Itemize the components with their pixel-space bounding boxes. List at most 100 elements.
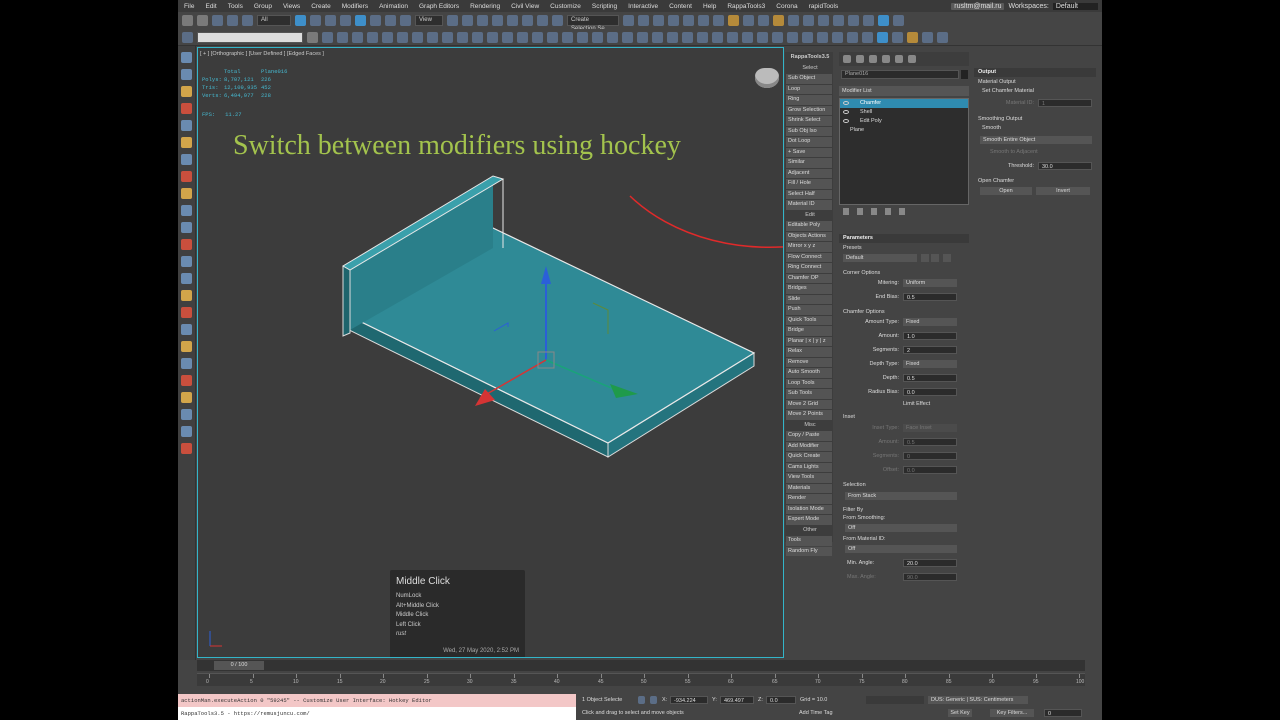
tool-icon[interactable] [181, 188, 192, 199]
eye-icon[interactable] [843, 119, 849, 123]
redo-icon[interactable] [197, 15, 208, 26]
max-angle-checkbox[interactable]: Max. Angle: [847, 574, 876, 580]
menu-content[interactable]: Content [669, 3, 692, 10]
make-unique-icon[interactable] [871, 208, 877, 215]
spinner-snap-icon[interactable] [537, 15, 548, 26]
rappa-button-ring-connect[interactable]: Ring Connect [786, 263, 832, 273]
render-online-icon[interactable] [788, 15, 799, 26]
amount-spinner[interactable]: 1.0 [903, 332, 957, 340]
rappa-button-isolation-mode[interactable]: Isolation Mode [786, 504, 832, 514]
select-by-name-icon[interactable] [310, 15, 321, 26]
unlink-icon[interactable] [227, 15, 238, 26]
min-angle-spinner[interactable]: 20.0 [903, 559, 957, 567]
rappa-button-expert-mode[interactable]: Expert Mode [786, 515, 832, 525]
tool-ae-icon[interactable] [757, 31, 768, 43]
tool-icon[interactable] [181, 256, 192, 267]
display-tab-icon[interactable] [895, 55, 903, 63]
maxscript-input[interactable]: RappaTools3.5 - https://remusjuncu.com/ [178, 707, 576, 720]
tool-aa-icon[interactable] [697, 31, 708, 43]
tool-aq-icon[interactable] [937, 31, 948, 43]
menu-modifiers[interactable]: Modifiers [342, 3, 368, 10]
min-angle-checkbox[interactable]: Min. Angle: [847, 560, 874, 566]
tool-ah-icon[interactable] [802, 31, 813, 43]
snaps-icon[interactable] [492, 15, 503, 26]
rappa-button-move-2-grid[interactable]: Move 2 Grid [786, 399, 832, 409]
rappa-button-view-tools[interactable]: View Tools [786, 473, 832, 483]
render-icon[interactable] [773, 15, 784, 26]
key-filters-button[interactable]: Key Filters... [990, 709, 1034, 717]
configure-sets-icon[interactable] [899, 208, 905, 215]
tool-icon[interactable] [181, 137, 192, 148]
tool-an-icon[interactable] [892, 31, 903, 43]
tool-icon[interactable] [181, 205, 192, 216]
pivot-icon[interactable] [447, 15, 458, 26]
lock-selection-icon[interactable] [638, 696, 645, 704]
select-manipulate-icon[interactable] [462, 15, 473, 26]
time-slider-track[interactable] [197, 660, 1085, 671]
y-icon[interactable] [878, 15, 889, 26]
tool-p-icon[interactable] [532, 31, 543, 43]
rappa-button-copy-paste[interactable]: Copy / Paste [786, 431, 832, 441]
menu-file[interactable]: File [184, 3, 194, 10]
bind-space-warp-icon[interactable] [242, 15, 253, 26]
from-material-dropdown[interactable]: Off [845, 545, 957, 553]
rappa-button-relax[interactable]: Relax [786, 347, 832, 357]
scene-explorer-icon[interactable] [653, 15, 664, 26]
selection-dropdown[interactable]: From Stack [845, 492, 957, 500]
menu-tools[interactable]: Tools [228, 3, 243, 10]
parameters-header[interactable]: Parameters [839, 234, 969, 243]
scale-icon[interactable] [385, 15, 396, 26]
hierarchy-tab-icon[interactable] [869, 55, 877, 63]
tool-am-icon[interactable] [877, 31, 888, 43]
x-coordinate-field[interactable]: -934.224 [670, 696, 708, 704]
tool-icon[interactable] [181, 392, 192, 403]
tool-e-icon[interactable] [367, 31, 378, 43]
percent-snap-icon[interactable] [522, 15, 533, 26]
motion-tab-icon[interactable] [882, 55, 890, 63]
rappa-button-render[interactable]: Render [786, 494, 832, 504]
rappa-button-adjacent[interactable]: Adjacent [786, 168, 832, 178]
absolute-mode-icon[interactable] [650, 696, 657, 704]
tool-icon[interactable] [181, 307, 192, 318]
tool-icon[interactable] [181, 290, 192, 301]
rappa-button-move-2-points[interactable]: Move 2 Points [786, 410, 832, 420]
tool-o-icon[interactable] [517, 31, 528, 43]
set-chamfer-material-checkbox[interactable]: Set Chamfer Material [982, 88, 1034, 94]
menu-help[interactable]: Help [703, 3, 716, 10]
inset-offset-spinner[interactable]: 0.0 [903, 466, 957, 474]
stack-item-edit-poly[interactable]: Edit Poly [840, 117, 968, 126]
load-preset-icon[interactable] [931, 254, 939, 262]
tool-icon[interactable] [181, 409, 192, 420]
tool-x-icon[interactable] [652, 31, 663, 43]
viewcube-icon[interactable] [755, 68, 779, 88]
rappa-button-random-fly[interactable]: Random Fly [786, 546, 832, 556]
rappa-button-cams-lights[interactable]: Cams Lights [786, 462, 832, 472]
tool-n-icon[interactable] [502, 31, 513, 43]
rappa-button-objects-actions[interactable]: Objects Actions [786, 231, 832, 241]
time-slider[interactable]: 0 / 100 [214, 661, 264, 670]
tool-icon[interactable] [181, 239, 192, 250]
tool-icon[interactable] [181, 443, 192, 454]
tool-m-icon[interactable] [487, 31, 498, 43]
threshold-spinner[interactable]: 30.0 [1038, 162, 1092, 170]
current-frame-field[interactable]: 0 [1044, 709, 1082, 717]
rappa-button-select-half[interactable]: Select Half [786, 189, 832, 199]
menu-group[interactable]: Group [254, 3, 272, 10]
menu-corona[interactable]: Corona [776, 3, 797, 10]
layer-explorer-icon[interactable] [668, 15, 679, 26]
tool-ag-icon[interactable] [787, 31, 798, 43]
presets-dropdown[interactable]: Default [843, 254, 917, 262]
tool-ao-icon[interactable] [907, 31, 918, 43]
segments-spinner[interactable]: 2 [903, 346, 957, 354]
pin-stack-icon[interactable] [843, 208, 849, 215]
inset-amount-spinner[interactable]: 0.5 [903, 438, 957, 446]
menu-rapidtools[interactable]: rapidTools [809, 3, 839, 10]
tool-k-icon[interactable] [457, 31, 468, 43]
scene-converter-icon[interactable] [833, 15, 844, 26]
move-icon[interactable] [355, 15, 366, 26]
menu-graph-editors[interactable]: Graph Editors [419, 3, 459, 10]
delete-preset-icon[interactable] [943, 254, 951, 262]
window-crossing-icon[interactable] [340, 15, 351, 26]
rappa-button-planar-x-y-z[interactable]: Planar | x | y | z [786, 336, 832, 346]
tool-af-icon[interactable] [772, 31, 783, 43]
